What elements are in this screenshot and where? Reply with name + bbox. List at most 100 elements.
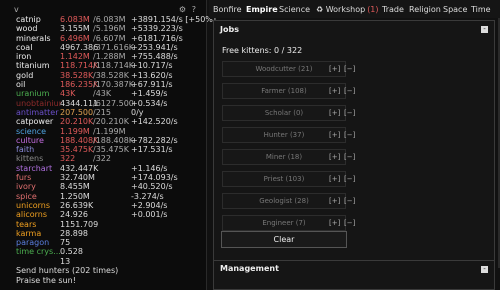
assign-job-button[interactable]: [+] (329, 150, 340, 165)
assign-job-button[interactable]: [+] (329, 216, 340, 231)
job-label: Geologist (28) (259, 197, 309, 205)
job-button[interactable]: Farmer (108) [+] [−] (222, 83, 355, 99)
tab-space[interactable]: Space (443, 5, 467, 14)
tab-label: Religion (409, 5, 441, 14)
resource-name: titanium (16, 61, 50, 71)
resource-name: furs (16, 173, 32, 183)
management-collapse-button[interactable]: - (481, 266, 488, 273)
assign-job-button[interactable]: [+] (329, 106, 340, 121)
resources-toggle[interactable]: v (14, 5, 19, 14)
unassign-job-button[interactable]: [−] (344, 216, 355, 231)
resource-value: 38.528K (60, 70, 94, 80)
resource-rate: +253.941/s (131, 42, 178, 52)
resource-max: /38.528K (93, 70, 129, 80)
resource-name: minerals (16, 33, 51, 43)
resource-value: 1.199M (60, 126, 90, 136)
resource-value: 28.898 (60, 228, 88, 238)
resource-name: kittens (16, 154, 44, 164)
unassign-job-button[interactable]: [−] (344, 84, 355, 99)
resource-max: /170.387K (93, 80, 135, 90)
resource-rate: +1.459/s (131, 89, 168, 99)
resource-max: /6.607M (93, 33, 126, 43)
resource-value: 322 (60, 154, 76, 164)
job-button[interactable]: Engineer (7) [+] [−] (222, 215, 355, 231)
resource-rate: +67.911/s (131, 80, 173, 90)
tab-label: Empire (246, 5, 278, 14)
clear-jobs-button[interactable]: Clear (221, 231, 347, 248)
assign-job-button[interactable]: [+] (329, 194, 340, 209)
job-button[interactable]: Scholar (0) [+] [−] (222, 105, 355, 121)
resource-name: catnip (16, 15, 41, 24)
resource-value: 32.740M (60, 173, 95, 183)
assign-job-button[interactable]: [+] (329, 128, 340, 143)
resource-max: /371.616K (93, 42, 135, 52)
job-label: Priest (103) (263, 175, 305, 183)
tab-bar: Bonfire Empire Science ♻ Workshop (1) Trade Re… (209, 0, 500, 18)
resource-max: /20.210K (93, 117, 129, 127)
resource-max: /6127.500 (93, 98, 134, 108)
resource-name: uranium (16, 89, 50, 99)
job-button[interactable]: Geologist (28) [+] [−] (222, 193, 355, 209)
resource-max: /35.475K (93, 145, 129, 155)
tab-religion[interactable]: Religion (409, 5, 441, 14)
resource-rate: -3.274/s (131, 191, 164, 201)
resource-rate: +0.001/s (131, 210, 168, 220)
unassign-job-button[interactable]: [−] (344, 128, 355, 143)
resource-name: alicorns (16, 210, 48, 220)
resource-rate: +13.620/s (131, 70, 173, 80)
resource-name: paragon (16, 238, 50, 248)
unassign-job-button[interactable]: [−] (344, 62, 355, 77)
resource-name: time crys... (16, 247, 61, 257)
tab-workshop[interactable]: ♻ Workshop (1) (316, 5, 379, 14)
jobs-title: Jobs (220, 25, 239, 34)
resource-value: 0.528 (60, 247, 83, 257)
resource-name: catpower (16, 117, 54, 127)
resource-name: gold (16, 70, 34, 80)
tab-time[interactable]: Time (471, 5, 491, 14)
resource-value: 75 (60, 238, 71, 248)
tab-trade[interactable]: Trade (382, 5, 404, 14)
resource-rate: +1.146/s (131, 163, 168, 173)
tab-empire[interactable]: Empire (246, 5, 278, 14)
resource-name: ivory (16, 182, 36, 192)
assign-job-button[interactable]: [+] (329, 62, 340, 77)
job-button[interactable]: Woodcutter (21) [+] [−] (222, 61, 355, 77)
resource-rate: +2.904/s (131, 200, 168, 210)
resource-name: unicorns (16, 200, 51, 210)
tab-label: Space (443, 5, 468, 14)
resource-name: tears (16, 219, 37, 229)
gear-icon[interactable]: ⚙ (179, 5, 186, 14)
resource-name: culture (16, 135, 44, 145)
help-icon[interactable]: ? (192, 5, 196, 14)
assign-job-button[interactable]: [+] (329, 172, 340, 187)
unassign-job-button[interactable]: [−] (344, 172, 355, 187)
resource-rate: +40.520/s (131, 182, 173, 192)
resource-value: 3.155M (60, 24, 90, 34)
resource-name: oil (16, 80, 26, 90)
log-entry: Send hunters (202 times) (16, 266, 119, 275)
unassign-job-button[interactable]: [−] (344, 194, 355, 209)
management-panel: Management - (213, 260, 495, 290)
resource-value: 6.496M (60, 33, 90, 43)
tab-bonfire[interactable]: Bonfire (213, 5, 242, 14)
assign-job-button[interactable]: [+] (329, 84, 340, 99)
resource-max: /43K (93, 89, 112, 99)
resource-max: /1.199M (93, 126, 126, 136)
jobs-collapse-button[interactable]: - (481, 26, 488, 33)
tab-science[interactable]: Science (279, 5, 310, 14)
unassign-job-button[interactable]: [−] (344, 106, 355, 121)
resource-value: 1151.709 (60, 219, 99, 229)
resource-name: starchart (16, 163, 53, 173)
free-kittens-text: Free kittens: 0 / 322 (222, 46, 303, 55)
job-button[interactable]: Priest (103) [+] [−] (222, 171, 355, 187)
job-button[interactable]: Hunter (37) [+] [−] (222, 127, 355, 143)
unassign-job-button[interactable]: [−] (344, 150, 355, 165)
resource-value: 26.639K (60, 200, 94, 210)
resource-max: /6.083M (93, 15, 126, 24)
job-button[interactable]: Miner (18) [+] [−] (222, 149, 355, 165)
resource-panel-header: v ⚙ ? (14, 5, 200, 15)
resource-name: unobtainium (16, 98, 61, 108)
resource-value: 24.926 (60, 210, 88, 220)
resource-value: 35.475K (60, 145, 94, 155)
management-title: Management (220, 264, 279, 273)
